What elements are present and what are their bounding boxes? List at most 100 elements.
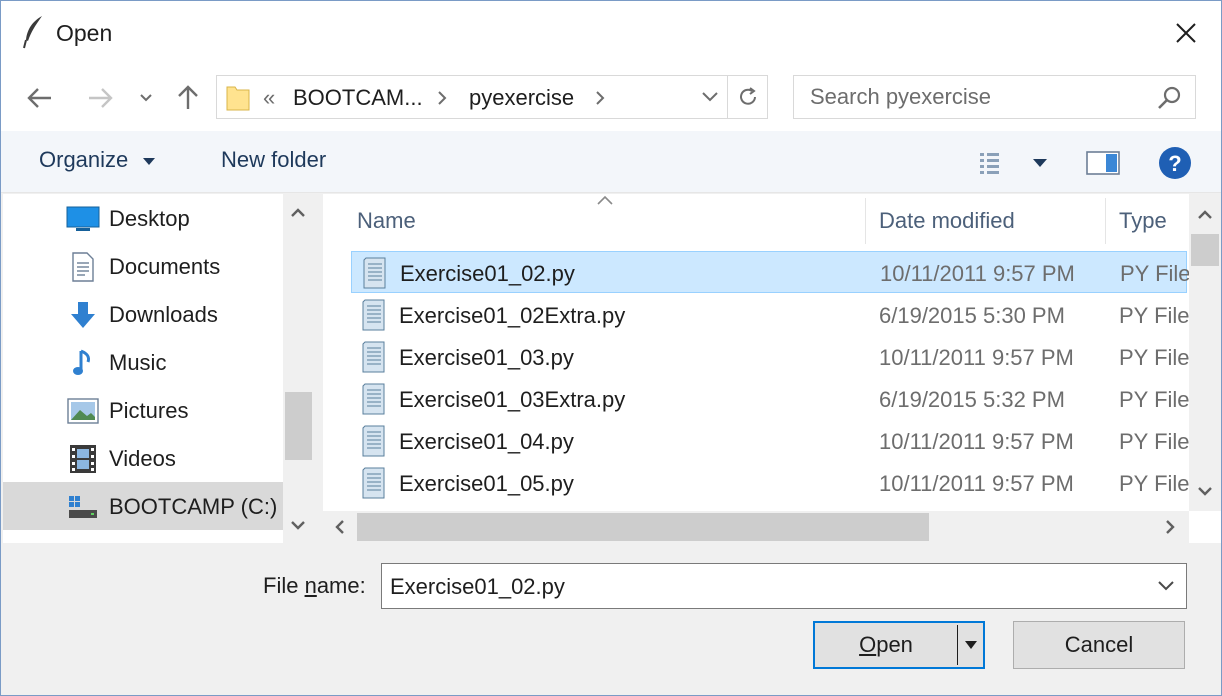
open-label-accelerator: O [859,632,877,657]
preview-pane-button[interactable] [1083,143,1123,183]
file-name: Exercise01_05.py [399,471,574,496]
scroll-thumb[interactable] [285,392,312,460]
address-segment-bootcamp[interactable]: BOOTCAM... [293,85,423,111]
file-row[interactable]: Exercise01_02.py 10/11/2011 9:57 PM PY F… [351,251,1191,293]
sidebar-item-documents[interactable]: Documents [3,242,283,290]
file-date: 10/11/2011 9:57 PM [880,261,1075,286]
open-options-dropdown[interactable] [959,623,983,667]
scroll-left-button[interactable] [325,512,355,542]
change-view-button[interactable] [973,143,1053,183]
file-name-label-part: ame: [316,573,366,598]
desktop-icon [65,204,101,234]
sidebar-item-label: Music [109,350,167,375]
open-label-rest: pen [876,632,913,657]
videos-icon [65,444,101,474]
chevron-down-icon [702,92,718,102]
search-icon[interactable] [1156,84,1184,112]
file-list: Name Date modified Type Exercise01_02.py… [323,194,1221,543]
python-file-icon [363,257,386,289]
chevron-right-icon [596,91,605,105]
new-folder-button[interactable]: New folder [221,147,326,173]
caret-down-icon [1033,159,1047,167]
address-chevron-1[interactable] [433,84,451,112]
scroll-down-button[interactable] [1190,476,1220,506]
file-row[interactable]: Exercise01_04.py 10/11/2011 9:57 PM PY F… [351,420,1190,462]
file-type: PY File [1119,303,1190,328]
file-name-dropdown-button[interactable] [1152,572,1180,600]
python-file-icon [362,299,385,331]
file-row[interactable]: Exercise01_05.py 10/11/2011 9:57 PM PY F… [351,462,1190,504]
forward-button[interactable] [83,81,117,115]
help-button[interactable]: ? [1157,143,1193,183]
column-divider[interactable] [865,198,866,244]
command-toolbar: Organize New folder ? [1,131,1221,193]
file-row[interactable]: Exercise01_03.py 10/11/2011 9:57 PM PY F… [351,336,1190,378]
address-segment-pyexercise[interactable]: pyexercise [469,85,574,111]
file-name-input[interactable] [390,574,1130,600]
sidebar-item-videos[interactable]: Videos [3,434,283,482]
open-button[interactable]: Open [813,621,985,669]
organize-button[interactable]: Organize [39,147,156,173]
arrow-right-icon [89,88,113,108]
file-name-label-part: File [263,573,305,598]
column-divider[interactable] [1105,198,1106,244]
sidebar-item-desktop[interactable]: Desktop [3,194,283,242]
scroll-thumb[interactable] [357,513,929,541]
sort-ascending-icon [597,195,613,205]
file-name-combobox[interactable] [381,563,1187,609]
scroll-up-button[interactable] [283,198,313,228]
scroll-up-button[interactable] [1190,200,1220,230]
pictures-icon [65,396,101,426]
title-bar: Open [1,1,1221,65]
sidebar-item-label: BOOTCAMP (C:) [109,494,278,519]
sidebar-item-label: Downloads [109,302,218,327]
file-date: 6/19/2015 5:30 PM [879,303,1065,328]
column-header-date-modified[interactable]: Date modified [879,194,1015,246]
sidebar-item-bootcamp-drive[interactable]: BOOTCAMP (C:) [3,482,283,530]
sidebar-item-pictures[interactable]: Pictures [3,386,283,434]
address-bar[interactable]: « BOOTCAM... pyexercise [216,75,768,119]
scroll-down-button[interactable] [283,510,313,540]
file-row[interactable]: Exercise01_02Extra.py 6/19/2015 5:30 PM … [351,294,1190,336]
documents-icon [65,252,101,282]
up-button[interactable] [171,81,205,115]
navigation-pane-scrollbar[interactable] [283,194,314,543]
sidebar-item-label: Videos [109,446,176,471]
music-icon [65,348,101,378]
address-overflow[interactable]: « [263,85,275,111]
sidebar-item-label: Desktop [109,206,190,231]
search-input[interactable] [810,84,1150,110]
sidebar-item-music[interactable]: Music [3,338,283,386]
close-button[interactable] [1161,11,1211,55]
address-chevron-2[interactable] [591,84,609,112]
file-list-horizontal-scrollbar[interactable] [323,511,1189,543]
scroll-right-button[interactable] [1155,512,1185,542]
back-button[interactable] [23,81,57,115]
open-button-label[interactable]: Open [815,623,957,667]
python-file-icon [362,383,385,415]
file-list-vertical-scrollbar[interactable] [1189,194,1221,511]
column-header-name[interactable]: Name [357,194,416,246]
python-file-icon [362,425,385,457]
caret-down-icon [965,641,977,649]
file-name: Exercise01_04.py [399,429,574,454]
python-file-icon [362,467,385,499]
help-icon: ? [1159,147,1191,179]
chevron-up-icon [1198,210,1212,219]
search-box[interactable] [793,75,1196,119]
chevron-left-icon [335,520,344,534]
scroll-thumb[interactable] [1191,234,1219,266]
column-header-type[interactable]: Type [1119,194,1167,246]
sidebar-item-downloads[interactable]: Downloads [3,290,283,338]
recent-locations-button[interactable] [131,81,161,115]
file-type: PY File [1119,471,1190,496]
address-dropdown-button[interactable] [693,76,727,118]
cancel-button[interactable]: Cancel [1013,621,1185,669]
file-name-label: File name: [263,573,366,599]
refresh-button[interactable] [727,76,767,118]
sidebar-item-label: Documents [109,254,221,279]
refresh-icon [739,87,756,105]
python-file-icon [362,341,385,373]
chevron-right-icon [438,91,447,105]
file-row[interactable]: Exercise01_03Extra.py 6/19/2015 5:32 PM … [351,378,1190,420]
